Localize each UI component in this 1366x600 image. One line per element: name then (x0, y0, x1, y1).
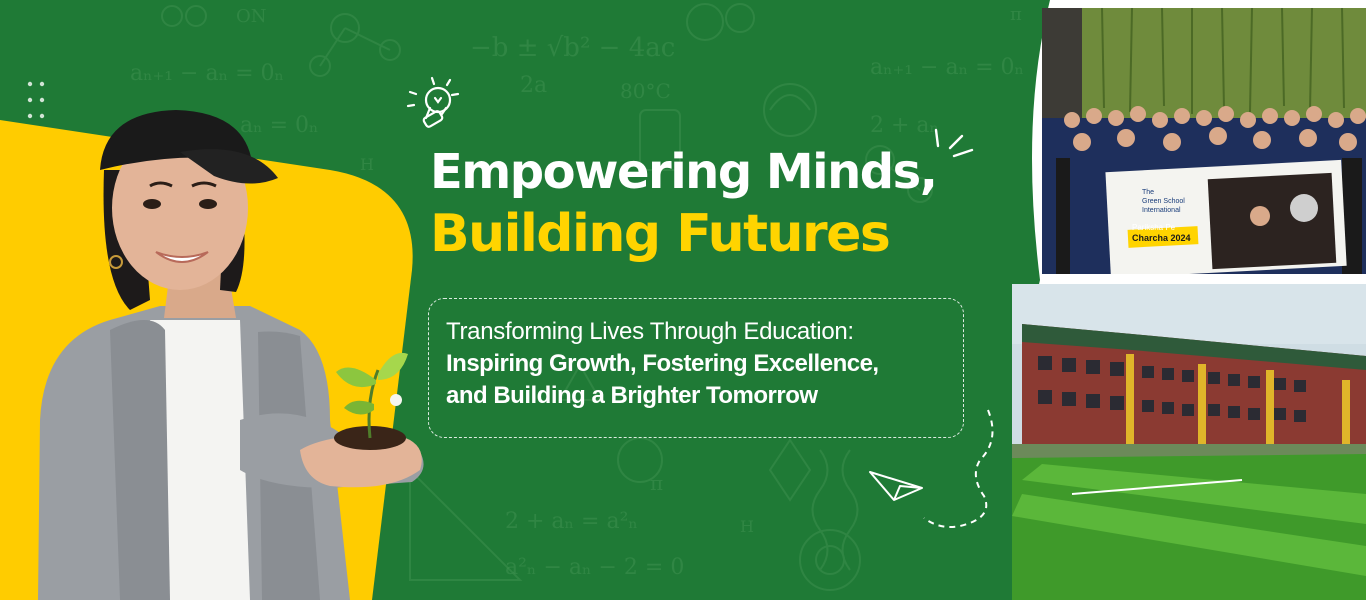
photo-banner-line-5: Charcha 2024 (1132, 233, 1191, 243)
tagline-line-1: Transforming Lives Through Education: (446, 318, 854, 345)
student-holding-seedling-image (38, 110, 424, 600)
svg-text:80°C: 80°C (620, 79, 671, 103)
svg-text:2a: 2a (520, 73, 547, 98)
hero-banner: −b ± √b² − 4ac 2a aₙ₊₁ − aₙ = 0ₙ aₙ₊₁ − … (0, 0, 1366, 600)
svg-text:2 + aₙ = a²ₙ: 2 + aₙ = a²ₙ (505, 509, 638, 534)
photo-banner-line-2: Green School (1142, 198, 1185, 205)
tagline: Transforming Lives Through Education: In… (446, 316, 966, 412)
students-group-photo: The Green School International Pariksha … (1042, 8, 1366, 274)
svg-text:a²ₙ − aₙ − 2 = 0: a²ₙ − aₙ − 2 = 0 (505, 555, 684, 580)
photo-banner-line-4: Pariksha Pe (1132, 223, 1176, 232)
school-campus-photo (1012, 284, 1366, 600)
svg-text:π: π (650, 471, 663, 495)
headline-line-1: Empowering Minds, (430, 144, 938, 200)
photo-banner-line-1: The (1142, 189, 1154, 196)
lightbulb-icon (406, 76, 460, 128)
photo-banner-line-3: International (1142, 207, 1181, 214)
tagline-line-2: Inspiring Growth, Fostering Excellence, (446, 350, 879, 377)
headline-line-2: Building Futures (430, 204, 891, 264)
page-headline: Empowering Minds, Building Futures (430, 142, 990, 266)
svg-text:H: H (740, 517, 754, 536)
svg-text:−b ± √b² − 4ac: −b ± √b² − 4ac (470, 33, 675, 63)
